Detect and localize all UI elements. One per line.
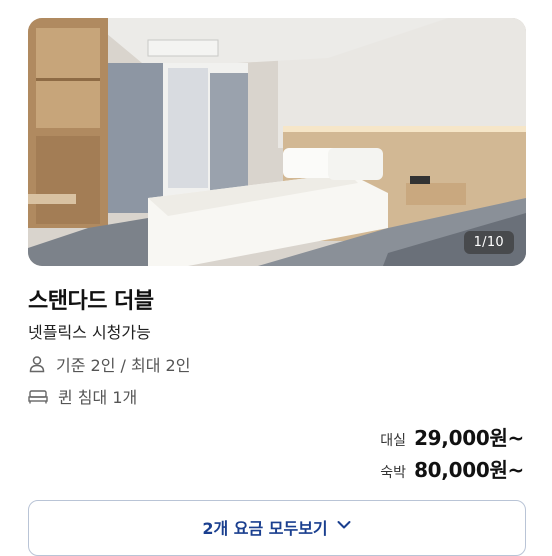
- bed-row: 퀸 침대 1개: [28, 384, 137, 408]
- price-row-daytime: 대실 29,000원~: [380, 422, 524, 451]
- chevron-down-icon: [337, 521, 351, 529]
- price-value: 29,000원~: [414, 426, 524, 450]
- price-value: 80,000원~: [414, 458, 524, 482]
- bed-text: 퀸 침대 1개: [58, 388, 138, 407]
- photo-counter: 1/10: [463, 231, 514, 254]
- room-title: 스탠다드 더블: [28, 289, 154, 314]
- view-all-rates-button[interactable]: 2개 요금 모두보기: [28, 500, 526, 556]
- person-icon: [29, 356, 45, 373]
- room-photo-image: [28, 18, 526, 266]
- room-photo[interactable]: 1/10: [28, 18, 526, 266]
- capacity-row: 기준 2인 / 최대 2인: [28, 352, 190, 376]
- view-all-rates-label: 2개 요금 모두보기: [202, 519, 328, 538]
- price-row-overnight: 숙박 80,000원~: [380, 454, 524, 483]
- capacity-text: 기준 2인 / 최대 2인: [56, 356, 191, 375]
- price-label: 대실: [380, 433, 407, 449]
- price-label: 숙박: [380, 465, 407, 481]
- room-subtitle: 넷플릭스 시청가능: [28, 323, 151, 342]
- bed-icon: [28, 390, 48, 404]
